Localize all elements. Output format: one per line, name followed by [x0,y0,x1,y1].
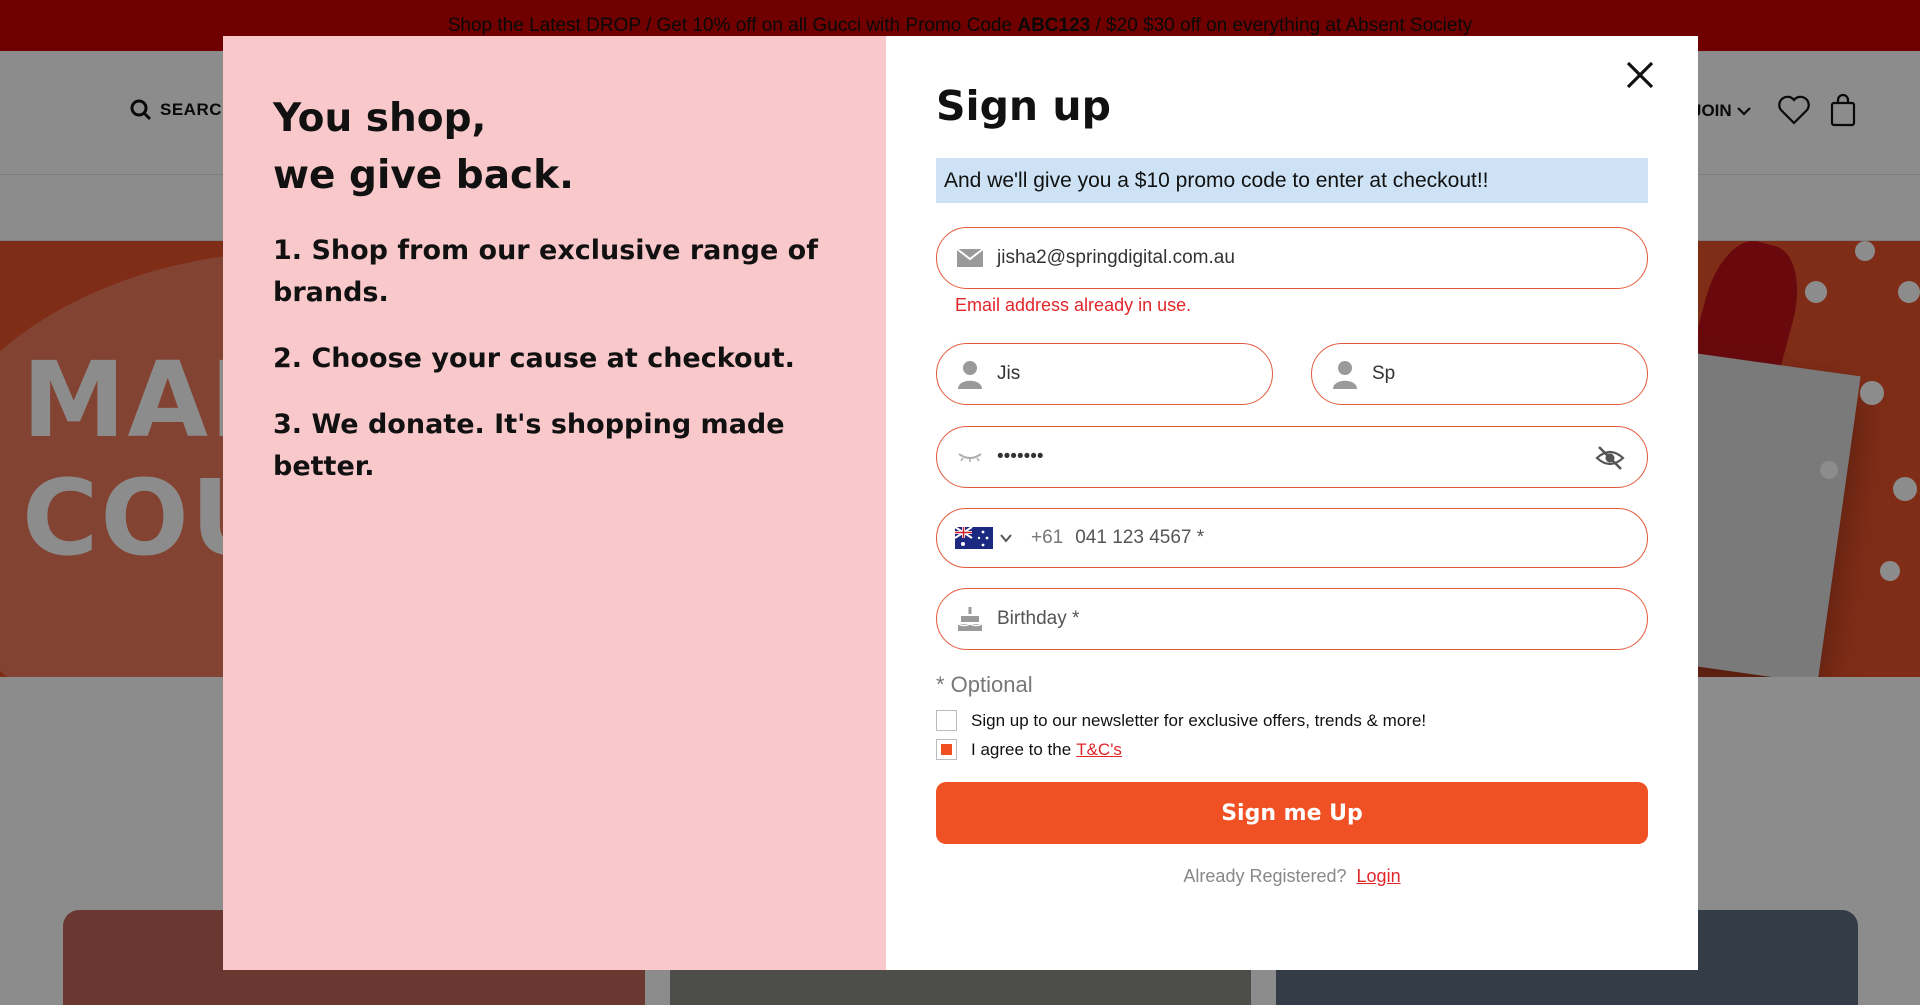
australia-flag-icon[interactable] [955,527,993,549]
step-item: 1. Shop from our exclusive range of bran… [273,235,818,308]
sign-me-up-button[interactable]: Sign me Up [936,782,1648,844]
optional-note: * Optional [936,672,1033,697]
login-link[interactable]: Login [1357,866,1401,886]
last-name-field[interactable]: Sp [1311,343,1648,405]
already-registered-text: Already Registered? [1183,866,1347,886]
envelope-icon [955,244,985,272]
tagline-line-1: You shop, [273,96,487,141]
login-row: Already Registered? Login [936,866,1648,887]
terms-checkbox[interactable] [936,739,957,760]
modal-info-panel: You shop, we give back. 1. Shop from our… [223,36,886,970]
email-value: jisha2@springdigital.com.au [997,247,1235,268]
steps-list: 1. Shop from our exclusive range of bran… [273,230,836,488]
lock-eye-icon [955,443,985,471]
last-name-value: Sp [1372,363,1396,384]
signup-modal: You shop, we give back. 1. Shop from our… [223,36,1698,970]
tagline: You shop, we give back. [273,90,836,204]
step-item: 2. Choose your cause at checkout. [273,343,795,374]
promo-note: And we'll give you a $10 promo code to e… [936,158,1648,203]
terms-row: I agree to the T&C's [936,739,1648,760]
user-icon [1330,360,1360,389]
terms-link[interactable]: T&C's [1076,740,1122,760]
phone-field[interactable]: +61 041 123 4567 * [936,508,1648,568]
birthday-cake-icon [955,605,985,633]
email-field[interactable]: jisha2@springdigital.com.au [936,227,1648,289]
password-field[interactable]: ••••••• [936,426,1648,488]
signup-title: Sign up [936,82,1111,130]
signup-form-panel: Sign up And we'll give you a $10 promo c… [886,36,1698,970]
newsletter-label: Sign up to our newsletter for exclusive … [971,710,1427,730]
hide-password-icon[interactable] [1595,444,1625,472]
close-icon [1626,61,1654,89]
user-icon [955,360,985,389]
newsletter-row: Sign up to our newsletter for exclusive … [936,710,1648,731]
close-button[interactable] [1620,56,1660,96]
birthday-placeholder: Birthday * [997,608,1080,629]
phone-placeholder: 041 123 4567 * [1075,527,1205,548]
country-code: +61 [1031,527,1064,548]
first-name-field[interactable]: Jis [936,343,1273,405]
birthday-field[interactable]: Birthday * [936,588,1648,650]
terms-label: I agree to the [971,739,1072,759]
email-error-message: Email address already in use. [955,295,1192,315]
chevron-down-icon[interactable] [999,533,1013,543]
first-name-value: Jis [997,363,1021,384]
password-value: ••••••• [997,446,1044,467]
name-row: Jis Sp [936,343,1648,405]
step-item: 3. We donate. It's shopping made better. [273,409,785,482]
checkbox-checked-mark [941,744,952,755]
newsletter-checkbox[interactable] [936,710,957,731]
tagline-line-2: we give back. [273,153,574,198]
